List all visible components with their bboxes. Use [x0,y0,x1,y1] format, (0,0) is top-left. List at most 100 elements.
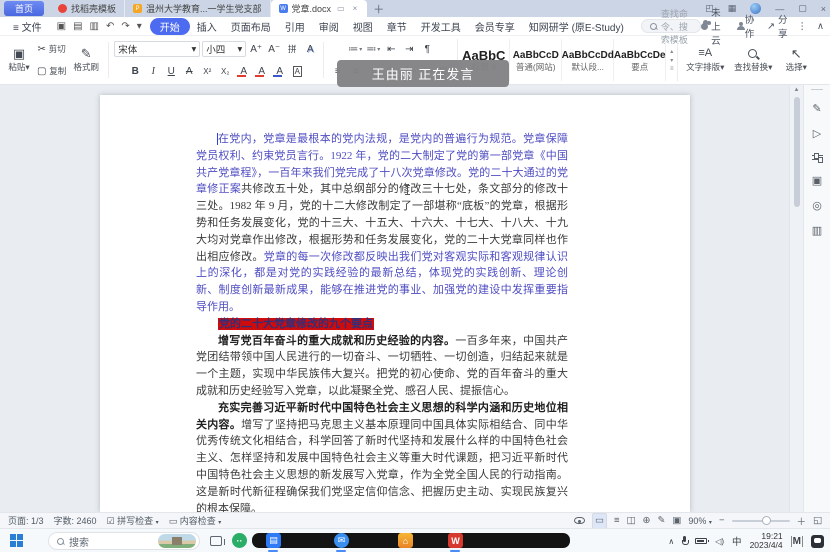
font-size-select[interactable]: 小四▾ [202,41,246,57]
file-menu[interactable]: ≡ 文件 [6,18,49,35]
new-tab-button[interactable]: ＋ [367,1,390,17]
two-page-view-icon[interactable]: ◫ [626,515,635,526]
feedback-bubble-icon[interactable]: ▭ [335,4,347,13]
reader-book-icon[interactable]: ▥ [812,225,822,237]
menu-item-page-layout[interactable]: 页面布局 [224,18,278,35]
export-image-icon[interactable]: ▣ [812,175,822,187]
eye-protect-icon[interactable] [574,517,585,524]
annotate-icon[interactable]: ✎ [657,515,665,526]
windows-start-button[interactable] [10,534,24,548]
microphone-icon[interactable] [682,536,687,546]
zoom-slider-knob[interactable] [762,516,771,525]
command-search-box[interactable]: 查找命令、搜索模板 [641,19,701,33]
menu-item-devtools[interactable]: 开发工具 [414,18,468,35]
superscript-icon[interactable]: X² [199,63,215,80]
save-icon[interactable]: ▣ [57,21,66,32]
taskbar-search-box[interactable]: 搜索 [48,532,200,550]
underline-icon[interactable]: U [163,63,179,80]
menu-item-member[interactable]: 会员专享 [468,18,522,35]
share-button[interactable]: ↗分享 [767,12,787,40]
zoom-out-icon[interactable]: − [719,515,725,526]
undo-icon[interactable]: ↶ [106,21,114,32]
strikethrough-icon[interactable]: A [181,63,197,80]
paste-button[interactable]: ▣ 粘贴▾ [4,38,34,82]
find-replace-button[interactable]: 查找替换▾ [730,38,776,82]
style-normal-web[interactable]: AaBbCcD 普通(网站) [510,39,562,81]
qat-dropdown-icon[interactable]: ▾ [137,21,142,32]
font-color-icon[interactable]: A [271,63,287,80]
outline-view-icon[interactable]: ≡ [614,515,620,526]
word-count[interactable]: 字数: 2460 [54,514,97,527]
menu-item-view[interactable]: 视图 [346,18,380,35]
search-highlight-thumbnail[interactable] [158,534,196,548]
pointer-icon[interactable]: ▷ [813,128,821,140]
scrollbar-thumb[interactable] [794,97,800,207]
settings-sliders-icon[interactable] [812,153,823,162]
style-default-paragraph[interactable]: AaBbCcDd 默认段... [562,39,614,81]
phonetic-guide-icon[interactable]: 拼 [284,41,300,58]
battery-icon[interactable] [695,538,707,544]
select-button[interactable]: ↖ 选择▾ [778,38,814,82]
task-view-icon[interactable] [210,536,222,546]
content-check-button[interactable]: ▭ 内容检查 ▾ [169,514,222,527]
menu-item-review[interactable]: 审阅 [312,18,346,35]
location-pin-icon[interactable]: ◎ [812,200,822,212]
app-icon-home[interactable]: ⌂ [398,533,413,548]
bullets-icon[interactable]: ≔▾ [347,41,363,58]
styles-more-icon[interactable]: ≡ [670,66,674,72]
numbering-icon[interactable]: ≕▾ [365,41,381,58]
fullscreen-icon[interactable]: ◱ [813,515,822,526]
cut-button[interactable]: ✂ 剪切 [37,41,67,58]
decrease-indent-icon[interactable]: ⇤ [383,41,399,58]
page-view-icon[interactable]: ▭ [592,513,607,529]
tab-party-branch[interactable]: P 温州大学教育...一学生党支部 [125,0,271,17]
styles-scroll-up-icon[interactable]: ▴ [670,48,673,55]
document-page[interactable]: 在党内，党章是最根本的党内法规，是党内的普遍行为规范。党章保障党员权利、约束党员… [100,95,690,512]
text-effects-icon[interactable]: A [302,41,318,58]
taskbar-clock[interactable]: 19:21 2023/4/4 [750,532,783,551]
redo-icon[interactable]: ↷ [121,21,129,32]
menu-item-cnki[interactable]: 知网研学 (原E-Study) [522,18,631,35]
app-icon-blue-1[interactable]: ▤ [266,533,281,548]
bold-icon[interactable]: B [127,63,143,80]
chat-notification-icon[interactable] [811,535,824,548]
font-family-select[interactable]: 宋体▾ [114,41,200,57]
home-tab[interactable]: 首页 [4,1,44,16]
ime-indicator[interactable]: 中 [732,534,742,548]
tab-docer-templates[interactable]: 找稻壳模板 [50,0,125,17]
zoom-in-icon[interactable]: ＋ [797,514,807,528]
collaborate-button[interactable]: 协作 [737,12,758,40]
character-shading-icon[interactable]: A [235,63,251,80]
web-view-icon[interactable]: ⊕ [642,515,650,526]
highlight-color-icon[interactable]: A [253,63,269,80]
fit-window-icon[interactable]: ▣ [672,515,681,526]
print-preview-icon[interactable]: ▥ [90,21,99,32]
tab-close-icon[interactable]: × [351,4,360,13]
menu-item-references[interactable]: 引用 [278,18,312,35]
scroll-up-icon[interactable]: ▲ [794,86,800,94]
styles-scroll-down-icon[interactable]: ▾ [670,57,673,64]
m-logo-icon[interactable]: M [791,536,803,547]
edit-pen-icon[interactable]: ✎ [812,103,821,115]
vertical-scrollbar[interactable]: ▲ [789,85,803,512]
menu-item-insert[interactable]: 插入 [190,18,224,35]
more-options-icon[interactable]: ⋮ [798,21,808,32]
tray-chevron-icon[interactable]: ∧ [668,537,674,546]
italic-icon[interactable]: I [145,63,161,80]
format-painter-button[interactable]: ✎ 格式刷 [69,38,103,82]
subscript-icon[interactable]: X₂ [217,63,233,80]
volume-icon[interactable]: ◁) [715,537,724,546]
print-icon[interactable]: ▤ [73,21,82,32]
increase-indent-icon[interactable]: ⇥ [401,41,417,58]
zoom-slider[interactable] [732,520,790,522]
page-indicator[interactable]: 页面: 1/3 [8,514,44,527]
collapse-ribbon-icon[interactable]: ∧ [817,21,824,32]
document-canvas[interactable]: 在党内，党章是最根本的党内法规，是党内的普遍行为规范。党章保障党员权利、约束党员… [0,85,789,512]
increase-font-icon[interactable]: A⁺ [248,41,264,58]
zoom-level[interactable]: 90% ▾ [688,516,712,526]
tab-document-active[interactable]: W 党章.docx ▭ × [271,0,368,17]
style-keypoint[interactable]: AaBbCcDe 要点 [614,39,666,81]
menu-item-home[interactable]: 开始 [150,18,190,35]
copy-button[interactable]: ▢ 复制 [36,63,67,80]
character-border-icon[interactable]: A [289,63,305,80]
